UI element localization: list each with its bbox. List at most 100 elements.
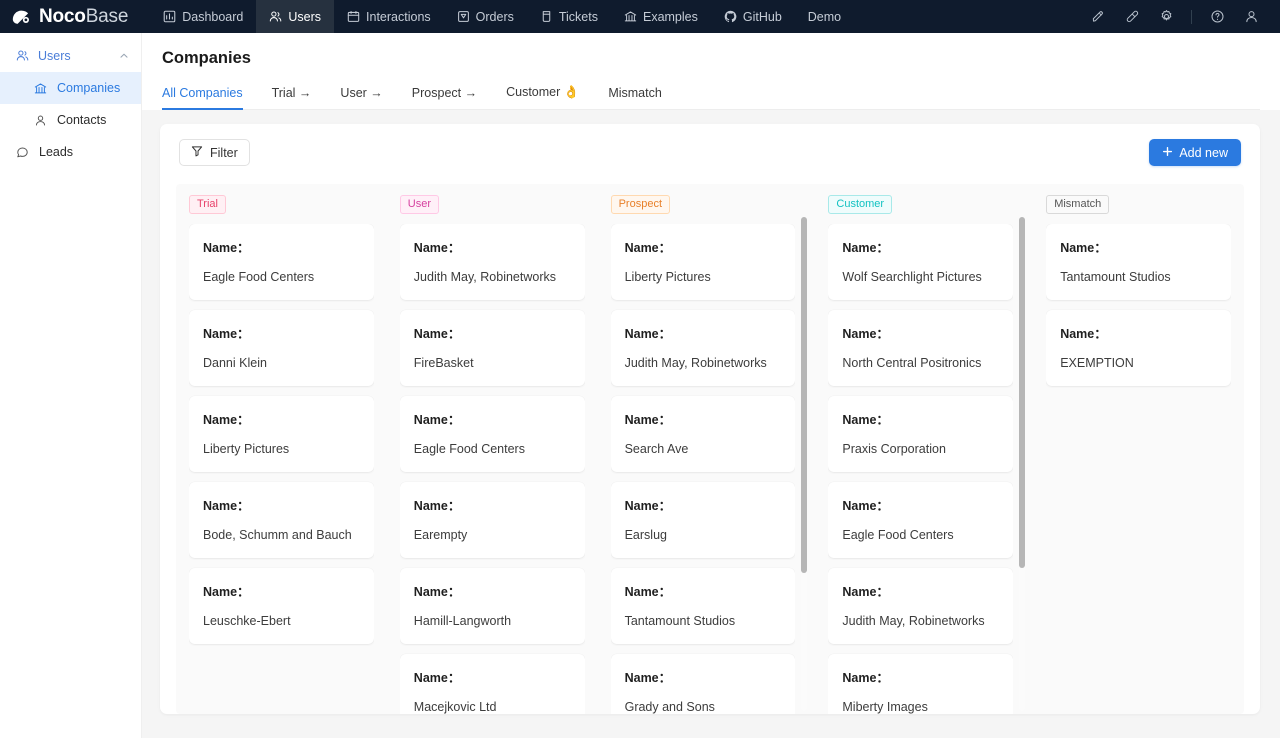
kanban-card[interactable]: Name： Macejkovic Ltd: [399, 654, 585, 714]
kanban-card[interactable]: Name： Liberty Pictures: [189, 396, 374, 472]
tab-customer[interactable]: Customer 👌: [506, 78, 579, 109]
card-field-label: Name：: [413, 327, 461, 341]
kanban-panel: Filter Add new Trial Name： Eagle Food Cent…: [160, 124, 1260, 714]
users-icon: [16, 49, 31, 62]
card-field-label: Name：: [842, 241, 889, 255]
ticket-icon: [540, 10, 553, 23]
column-tag: Mismatch: [1046, 195, 1110, 214]
card-field-label: Name：: [842, 499, 889, 513]
card-field-value: Bode, Schumm and Bauch: [203, 528, 352, 542]
kanban-card[interactable]: Name： Eagle Food Centers: [399, 396, 585, 472]
tab-mismatch[interactable]: Mismatch: [608, 79, 661, 109]
nav-item-demo[interactable]: Demo: [795, 0, 854, 33]
kanban-card[interactable]: Name： Praxis Corporation: [828, 396, 1014, 472]
highlighter-icon[interactable]: [1083, 0, 1113, 33]
card-field-label: Name：: [624, 327, 672, 341]
card-field-label: Name：: [842, 413, 889, 427]
add-new-button[interactable]: Add new: [1149, 139, 1241, 166]
page-header: Companies All Companies Trial → User → P…: [142, 33, 1280, 110]
calendar-icon: [347, 10, 360, 23]
inbox-icon: [457, 10, 470, 23]
sidebar-item-contacts[interactable]: Contacts: [0, 104, 141, 136]
user-avatar-icon[interactable]: [1236, 0, 1266, 33]
card-field-value: Liberty Pictures: [624, 270, 711, 284]
card-field-label: Name：: [842, 327, 889, 341]
sidebar-group-users[interactable]: Users: [0, 39, 141, 72]
kanban-card[interactable]: Name： Eagle Food Centers: [828, 482, 1014, 558]
kanban-card[interactable]: Name： Tantamount Studios: [1046, 224, 1231, 300]
card-field-value: EXEMPTION: [1060, 356, 1134, 370]
kanban-card[interactable]: Name： Judith May, Robinetworks: [828, 568, 1014, 644]
nav-item-dashboard[interactable]: Dashboard: [150, 0, 256, 33]
nav-label: Tickets: [558, 9, 598, 24]
kanban-column-mismatch: Mismatch Name： Tantamount Studios Name： EXEM…: [1033, 184, 1244, 714]
kanban-card[interactable]: Name： North Central Positronics: [828, 310, 1014, 386]
chevron-up-icon[interactable]: [119, 51, 129, 61]
kanban-card[interactable]: Name： Leuschke-Ebert: [189, 568, 374, 644]
kanban-card[interactable]: Name： Bode, Schumm and Bauch: [189, 482, 374, 558]
sidebar-item-label: Contacts: [57, 113, 107, 127]
brand-name: NocoBase: [39, 5, 129, 27]
nav-label: Orders: [475, 9, 514, 24]
add-new-label: Add new: [1179, 145, 1228, 160]
kanban-card[interactable]: Name： Search Ave: [610, 396, 796, 472]
tab-trial[interactable]: Trial →: [272, 79, 312, 109]
card-field-label: Name：: [624, 499, 672, 513]
column-card-list: Name： Tantamount Studios Name： EXEMPTION: [1046, 224, 1231, 714]
tab-user[interactable]: User →: [340, 79, 382, 109]
kanban-card[interactable]: Name： Grady and Sons: [610, 654, 796, 714]
nav-item-orders[interactable]: Orders: [444, 0, 527, 33]
brand-logo-area[interactable]: NocoBase: [10, 6, 150, 28]
kanban-card[interactable]: Name： EXEMPTION: [1046, 310, 1231, 386]
gear-icon[interactable]: [1151, 0, 1181, 33]
tab-prospect[interactable]: Prospect →: [412, 79, 477, 109]
card-field-label: Name：: [413, 241, 461, 255]
card-field-label: Name：: [624, 241, 672, 255]
kanban-card[interactable]: Name： Judith May, Robinetworks: [610, 310, 796, 386]
page-tabs: All Companies Trial → User → Prospect → …: [162, 78, 1260, 110]
card-field-value: Miberty Images: [842, 700, 928, 714]
column-scrollbar[interactable]: [801, 217, 808, 711]
kanban-card[interactable]: Name： Tantamount Studios: [610, 568, 796, 644]
card-field-value: Judith May, Robinetworks: [624, 356, 767, 370]
card-field-value: Eagle Food Centers: [203, 270, 315, 284]
kanban-card[interactable]: Name： Judith May, Robinetworks: [399, 224, 585, 300]
kanban-card[interactable]: Name： Earempty: [399, 482, 585, 558]
kanban-card[interactable]: Name： Hamill-Langworth: [399, 568, 585, 644]
chat-icon: [16, 146, 31, 159]
column-scrollbar[interactable]: [1019, 217, 1026, 711]
column-scrollbar-thumb[interactable]: [801, 217, 808, 573]
kanban-card[interactable]: Name： Eagle Food Centers: [189, 224, 374, 300]
nav-item-examples[interactable]: Examples: [611, 0, 711, 33]
tab-label: Trial →: [271, 86, 312, 100]
funnel-icon: [191, 145, 203, 160]
sidebar-item-leads[interactable]: Leads: [0, 136, 141, 168]
nav-item-tickets[interactable]: Tickets: [527, 0, 611, 33]
kanban-card[interactable]: Name： Earslug: [610, 482, 796, 558]
user-icon: [34, 114, 49, 127]
card-field-label: Name：: [203, 241, 250, 255]
sidebar-item-companies[interactable]: Companies: [0, 72, 141, 104]
card-field-value: FireBasket: [413, 356, 474, 370]
kanban-card[interactable]: Name： Danni Klein: [189, 310, 374, 386]
card-field-label: Name：: [203, 585, 250, 599]
kanban-card[interactable]: Name： Wolf Searchlight Pictures: [828, 224, 1014, 300]
card-field-value: Liberty Pictures: [203, 442, 290, 456]
plugin-icon[interactable]: [1117, 0, 1147, 33]
card-field-value: Wolf Searchlight Pictures: [842, 270, 982, 284]
nav-item-users[interactable]: Users: [256, 0, 335, 33]
tab-all-companies[interactable]: All Companies: [162, 79, 243, 110]
kanban-column-prospect: Prospect Name： Liberty Pictures Name： Judith…: [598, 184, 816, 714]
filter-button[interactable]: Filter: [179, 139, 250, 166]
nav-item-github[interactable]: GitHub: [711, 0, 795, 33]
column-tag: User: [399, 195, 440, 214]
nav-item-interactions[interactable]: Interactions: [334, 0, 444, 33]
kanban-card[interactable]: Name： FireBasket: [399, 310, 585, 386]
column-scrollbar-thumb[interactable]: [1019, 217, 1026, 568]
help-circle-icon[interactable]: [1202, 0, 1232, 33]
filter-label: Filter: [210, 145, 238, 160]
kanban-card[interactable]: Name： Miberty Images: [828, 654, 1014, 714]
kanban-card[interactable]: Name： Liberty Pictures: [610, 224, 796, 300]
card-field-value: Earempty: [413, 528, 468, 542]
card-field-label: Name：: [203, 327, 250, 341]
